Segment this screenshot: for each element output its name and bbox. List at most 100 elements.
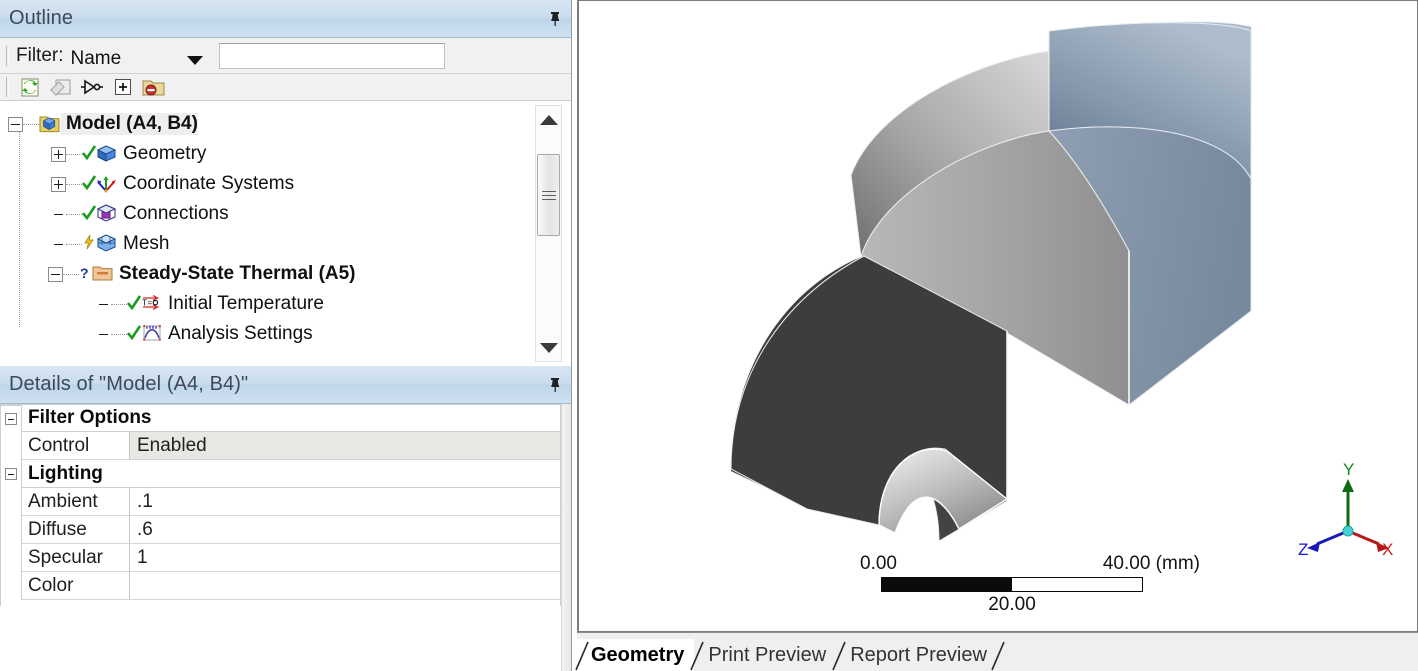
- scale-bar-filled: [882, 578, 1012, 591]
- tab-geometry[interactable]: Geometry: [577, 639, 694, 671]
- tab-print-preview[interactable]: Print Preview: [694, 639, 836, 671]
- details-property-name: Control: [22, 432, 130, 460]
- details-property-value[interactable]: Enabled: [130, 432, 561, 460]
- details-property-value[interactable]: [130, 572, 561, 600]
- svg-text:?: ?: [80, 265, 89, 281]
- filter-type-select[interactable]: Name: [71, 41, 213, 71]
- status-check-icon: [127, 324, 141, 344]
- details-row-specular[interactable]: Specular 1: [0, 544, 561, 572]
- outline-title: Outline: [0, 7, 73, 30]
- tree-expander-none: [51, 237, 66, 252]
- view-tab-strip: Geometry Print Preview Report Preview: [577, 632, 1418, 671]
- status-question-icon: ?: [79, 264, 92, 284]
- svg-text:T=: T=: [142, 298, 152, 308]
- coordinate-systems-icon: [96, 174, 118, 194]
- geometry-icon: [96, 144, 118, 164]
- tree-connector: [66, 244, 82, 245]
- status-bolt-icon: [82, 234, 96, 254]
- details-collapse-icon[interactable]: [5, 413, 17, 425]
- details-right-edge: [561, 404, 571, 671]
- details-property-value[interactable]: 1: [130, 544, 561, 572]
- tab-label: Print Preview: [708, 644, 826, 667]
- suppress-folder-icon[interactable]: [142, 76, 166, 98]
- details-property-name: Diffuse: [22, 516, 130, 544]
- tree-expander-none: [96, 327, 111, 342]
- scroll-up-arrow-icon[interactable]: [536, 106, 561, 133]
- details-title-bar: Details of "Model (A4, B4)": [0, 366, 571, 404]
- scale-mid-label: 20.00: [881, 594, 1143, 616]
- outline-tree-scrollbar[interactable]: [535, 105, 562, 362]
- refresh-icon[interactable]: [18, 76, 42, 98]
- details-gutter: [0, 432, 22, 460]
- tree-expander-minus-icon[interactable]: [48, 267, 63, 282]
- tree-item-geometry[interactable]: Geometry: [0, 139, 534, 169]
- tree-item-analysis-settings[interactable]: Analysis Settings: [0, 319, 534, 349]
- 3d-viewport[interactable]: 0.00 40.00 (mm) 20.00 Y X Z: [577, 0, 1418, 632]
- tree-item-model[interactable]: Model (A4, B4): [0, 109, 534, 139]
- tab-report-preview[interactable]: Report Preview: [836, 639, 997, 671]
- details-category-row[interactable]: Lighting: [0, 460, 561, 488]
- tree-connector: [66, 214, 82, 215]
- tab-label: Geometry: [591, 644, 684, 667]
- scale-max-label: 40.00 (mm): [1103, 553, 1200, 575]
- details-empty-area: [0, 606, 561, 671]
- tree-expander-minus-icon[interactable]: [8, 117, 23, 132]
- details-category-row[interactable]: Filter Options: [0, 404, 561, 432]
- details-row-color[interactable]: Color: [0, 572, 561, 600]
- outline-toolbar-grip[interactable]: [6, 77, 9, 97]
- tree-item-label: Analysis Settings: [163, 323, 313, 345]
- details-row-control[interactable]: Control Enabled: [0, 432, 561, 460]
- details-property-grid[interactable]: Filter Options Control Enabled Lighting …: [0, 404, 561, 600]
- status-check-icon: [127, 294, 141, 314]
- expand-all-icon[interactable]: [111, 76, 135, 98]
- tree-item-label: Coordinate Systems: [118, 173, 294, 195]
- tree-item-initial-temperature[interactable]: T= Initial Temperature: [0, 289, 534, 319]
- tree-expander-none: [96, 297, 111, 312]
- details-row-diffuse[interactable]: Diffuse .6: [0, 516, 561, 544]
- scale-bar: 0.00 40.00 (mm) 20.00: [860, 553, 1200, 616]
- triad-y-label: Y: [1343, 460, 1354, 479]
- details-property-value[interactable]: .1: [130, 488, 561, 516]
- tree-item-coordinate-systems[interactable]: Coordinate Systems: [0, 169, 534, 199]
- graphics-area: 0.00 40.00 (mm) 20.00 Y X Z: [577, 0, 1418, 671]
- tree-expander-plus-icon[interactable]: [51, 147, 66, 162]
- tree-expander-none: [51, 207, 66, 222]
- probe-icon[interactable]: [80, 76, 104, 98]
- tree-item-mesh[interactable]: Mesh: [0, 229, 534, 259]
- scrollbar-thumb[interactable]: [537, 154, 560, 236]
- tree-item-label: Steady-State Thermal (A5): [114, 263, 356, 285]
- details-property-name: Color: [22, 572, 130, 600]
- details-property-value[interactable]: .6: [130, 516, 561, 544]
- outline-title-bar: Outline: [0, 0, 571, 38]
- outline-tree[interactable]: Model (A4, B4): [0, 101, 570, 366]
- toolbar-grip[interactable]: [6, 46, 9, 66]
- analysis-folder-icon: [92, 264, 114, 284]
- outline-tree-rows: Model (A4, B4): [0, 101, 534, 366]
- filter-label: Filter:: [16, 45, 64, 67]
- outline-filter-bar: Filter: Name: [0, 38, 571, 74]
- tree-item-steady-state-thermal[interactable]: ? Steady-State Thermal (A5): [0, 259, 534, 289]
- model-icon: [39, 114, 61, 134]
- eraser-icon[interactable]: [49, 76, 73, 98]
- details-title: Details of "Model (A4, B4)": [0, 373, 248, 396]
- tree-item-label: Geometry: [118, 143, 206, 165]
- tree-item-connections[interactable]: Connections: [0, 199, 534, 229]
- tab-divider-icon: [690, 641, 704, 671]
- filter-search-input[interactable]: [219, 43, 445, 69]
- scroll-down-arrow-icon[interactable]: [536, 334, 561, 361]
- connections-icon: [96, 204, 118, 224]
- details-collapse-icon[interactable]: [5, 468, 17, 480]
- pin-icon[interactable]: [548, 11, 562, 27]
- tree-connector: [66, 154, 82, 155]
- outline-toolbar: [0, 74, 571, 101]
- axis-triad[interactable]: Y X Z: [1293, 459, 1403, 569]
- tree-connector: [111, 334, 127, 335]
- details-panel: Details of "Model (A4, B4)" Filter Optio…: [0, 366, 572, 671]
- details-row-ambient[interactable]: Ambient .1: [0, 488, 561, 516]
- scale-bar-empty: [1012, 578, 1142, 591]
- status-check-icon: [82, 204, 96, 224]
- pin-icon[interactable]: [548, 377, 562, 393]
- details-gutter: [0, 460, 22, 488]
- tree-expander-plus-icon[interactable]: [51, 177, 66, 192]
- details-property-name: Specular: [22, 544, 130, 572]
